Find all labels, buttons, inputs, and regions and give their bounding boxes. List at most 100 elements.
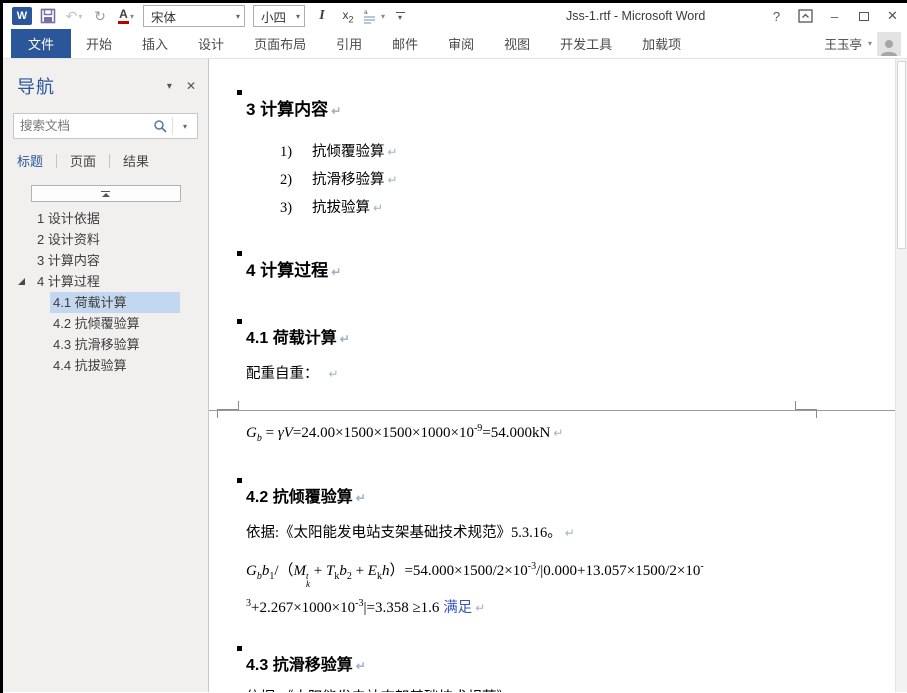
word-logo-icon: W bbox=[12, 7, 32, 25]
formula-gb: Gb = γV=24.00×1500×1500×1000×10-9=54.000… bbox=[246, 423, 563, 444]
nav-tab-results[interactable]: 结果 bbox=[110, 151, 162, 170]
font-name-select[interactable]: 宋体 ▾ bbox=[143, 5, 245, 27]
restore-button[interactable] bbox=[849, 3, 878, 29]
heading-anchor-icon bbox=[237, 251, 242, 256]
tab-design[interactable]: 设计 bbox=[183, 29, 239, 58]
page-break-line bbox=[209, 410, 895, 411]
nav-tab-pages[interactable]: 页面 bbox=[57, 151, 109, 170]
customize-qat-button[interactable]: ▾ bbox=[387, 5, 413, 27]
search-options-button[interactable]: ▾ bbox=[173, 114, 197, 138]
doc-list-item-2: 2)抗滑移验算↵ bbox=[280, 168, 398, 189]
heading-item-4-3[interactable]: 4.3 抗滑移验算 bbox=[3, 334, 208, 355]
nav-scroll-top-button[interactable] bbox=[31, 185, 181, 202]
tab-file[interactable]: 文件 bbox=[11, 29, 71, 58]
search-icon bbox=[153, 119, 167, 133]
tab-references[interactable]: 引用 bbox=[321, 29, 377, 58]
heading-anchor-icon bbox=[237, 90, 242, 95]
heading-item-4-2[interactable]: 4.2 抗倾覆验算 bbox=[3, 313, 208, 334]
font-name-value: 宋体 bbox=[151, 7, 176, 26]
font-size-dropdown-icon: ▾ bbox=[288, 12, 300, 21]
tab-developer[interactable]: 开发工具 bbox=[545, 29, 627, 58]
vertical-scrollbar[interactable] bbox=[895, 59, 907, 692]
margin-mark-left bbox=[217, 401, 239, 410]
word-window: W ↶ ▾ ↻ A ▾ bbox=[3, 3, 907, 693]
subscript-icon: x2 bbox=[342, 8, 353, 24]
margin-mark-right-2 bbox=[805, 411, 817, 418]
restore-icon bbox=[859, 12, 869, 21]
doc-heading-4-3: 4.3 抗滑移验算↵ bbox=[246, 651, 366, 675]
nav-options-dropdown-icon[interactable]: ▾ bbox=[167, 81, 172, 92]
search-dropdown-icon: ▾ bbox=[183, 122, 187, 131]
formula-overturn-line2: 3+2.267×1000×10-3|=3.358 ≥1.6 满足↵ bbox=[246, 596, 485, 617]
help-icon: ? bbox=[773, 9, 780, 24]
search-input[interactable] bbox=[14, 119, 148, 133]
tab-mailings[interactable]: 邮件 bbox=[377, 29, 433, 58]
heading-anchor-icon bbox=[237, 646, 242, 651]
save-button[interactable] bbox=[35, 5, 61, 27]
tab-review[interactable]: 审阅 bbox=[433, 29, 489, 58]
user-name: 王玉亭 bbox=[824, 34, 862, 53]
font-name-dropdown-icon: ▾ bbox=[228, 12, 240, 21]
svg-text:a: a bbox=[364, 9, 368, 16]
heading-item-3[interactable]: 3 计算内容 bbox=[3, 250, 208, 271]
quick-access-toolbar: W ↶ ▾ ↻ A ▾ bbox=[3, 5, 413, 27]
tab-home[interactable]: 开始 bbox=[71, 29, 127, 58]
headings-tree: 1 设计依据 2 设计资料 3 计算内容 4 计算过程 4.1 荷载计算 4.2… bbox=[3, 208, 208, 376]
navigation-pane-title: 导航 bbox=[17, 73, 55, 99]
heading-item-4-1-selected[interactable]: 4.1 荷载计算 bbox=[3, 292, 208, 313]
undo-icon: ↶ bbox=[66, 8, 78, 25]
tab-page-layout[interactable]: 页面布局 bbox=[239, 29, 321, 58]
doc-list-item-1: 1)抗倾覆验算↵ bbox=[280, 140, 398, 161]
doc-heading-4: 4 计算过程↵ bbox=[246, 256, 341, 281]
heading-item-1[interactable]: 1 设计依据 bbox=[3, 208, 208, 229]
search-button[interactable] bbox=[148, 114, 172, 138]
word-logo-button[interactable]: W bbox=[9, 5, 35, 27]
window-title: Jss-1.rtf - Microsoft Word bbox=[566, 9, 705, 23]
subscript-button[interactable]: x2 bbox=[335, 5, 361, 27]
formula-overturn-line1: Gbb1/（Mtk + Tkb2 + Ekh）=54.000×1500/2×10… bbox=[246, 559, 704, 588]
heading-item-4-4[interactable]: 4.4 抗拔验算 bbox=[3, 355, 208, 376]
font-color-button[interactable]: A ▾ bbox=[113, 5, 139, 27]
undo-button[interactable]: ↶ ▾ bbox=[61, 5, 87, 27]
scroll-top-icon bbox=[101, 191, 110, 192]
margin-mark-right bbox=[795, 401, 817, 410]
tab-view[interactable]: 视图 bbox=[489, 29, 545, 58]
heading-item-4[interactable]: 4 计算过程 bbox=[3, 271, 208, 292]
help-button[interactable]: ? bbox=[762, 3, 791, 29]
account-dropdown-icon: ▾ bbox=[868, 39, 872, 48]
italic-button[interactable]: I bbox=[309, 5, 335, 27]
doc-basis-4-2: 依据:《太阳能发电站支架基础技术规范》5.3.16。↵ bbox=[246, 521, 575, 542]
nav-tabs: 标题 页面 结果 bbox=[17, 151, 208, 170]
ribbon-display-options-icon bbox=[798, 9, 813, 23]
font-size-value: 小四 bbox=[261, 7, 286, 26]
font-color-icon: A bbox=[118, 9, 129, 24]
window-controls: ? – ✕ bbox=[762, 3, 907, 29]
expand-triangle-icon[interactable] bbox=[18, 278, 25, 285]
nav-tab-headings[interactable]: 标题 bbox=[17, 151, 56, 170]
tab-insert[interactable]: 插入 bbox=[127, 29, 183, 58]
ribbon-display-options-button[interactable] bbox=[791, 3, 820, 29]
doc-list-item-3: 3)抗拔验算↵ bbox=[280, 196, 383, 217]
redo-icon: ↻ bbox=[94, 8, 106, 25]
ribbon-tab-bar: 文件 开始 插入 设计 页面布局 引用 邮件 审阅 视图 开发工具 加载项 王玉… bbox=[3, 29, 907, 59]
italic-icon: I bbox=[319, 8, 324, 24]
scrollbar-thumb[interactable] bbox=[897, 61, 906, 249]
tab-addins[interactable]: 加载项 bbox=[627, 29, 696, 58]
phonetic-guide-button[interactable]: a ▾ bbox=[361, 5, 387, 27]
redo-button[interactable]: ↻ bbox=[87, 5, 113, 27]
minimize-icon: – bbox=[831, 9, 838, 24]
close-icon: ✕ bbox=[887, 8, 898, 24]
doc-para-weight: 配重自重：↵ bbox=[246, 362, 339, 383]
font-color-dropdown-icon: ▾ bbox=[130, 12, 134, 21]
doc-heading-4-1: 4.1 荷载计算↵ bbox=[246, 324, 350, 348]
navigation-pane: 导航 ▾ ✕ ▾ 标题 bbox=[3, 59, 209, 692]
phonetic-guide-icon: a bbox=[363, 8, 380, 24]
account-area[interactable]: 王玉亭 ▾ bbox=[824, 29, 907, 58]
heading-item-2[interactable]: 2 设计资料 bbox=[3, 229, 208, 250]
close-button[interactable]: ✕ bbox=[878, 3, 907, 29]
minimize-button[interactable]: – bbox=[820, 3, 849, 29]
font-size-select[interactable]: 小四 ▾ bbox=[253, 5, 305, 27]
nav-close-icon[interactable]: ✕ bbox=[186, 79, 196, 93]
save-icon bbox=[40, 8, 56, 24]
doc-heading-3: 3 计算内容↵ bbox=[246, 95, 341, 120]
